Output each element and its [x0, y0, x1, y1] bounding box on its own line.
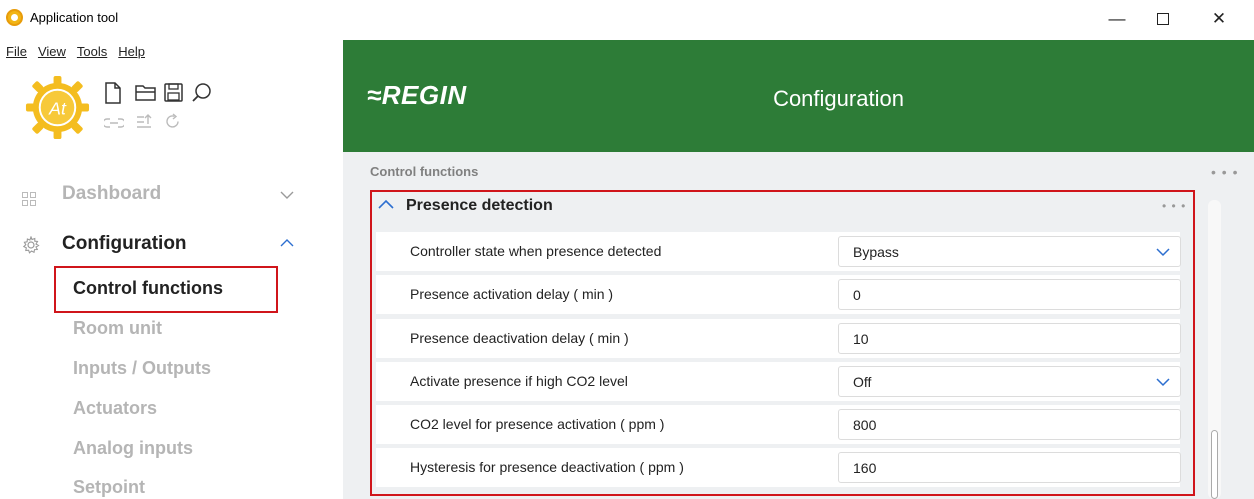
menu-bar: File View Tools Help [6, 44, 145, 59]
breadcrumb: Control functions [370, 164, 479, 179]
close-icon: ✕ [1211, 9, 1227, 28]
title-bar: Application tool — ✕ [0, 0, 1254, 38]
sidebar-subitem-room-unit[interactable]: Room unit [73, 318, 162, 339]
sidebar-subitem-actuators[interactable]: Actuators [73, 398, 157, 419]
page-title: Configuration [773, 86, 904, 111]
sidebar-item-label: Configuration [62, 233, 187, 254]
minimize-icon: — [1108, 9, 1126, 28]
logo-text: At [48, 98, 67, 118]
menu-help[interactable]: Help [118, 44, 145, 59]
menu-file[interactable]: File [6, 44, 27, 59]
sidebar-highlight-box [54, 266, 278, 313]
minimize-button[interactable]: — [1094, 0, 1140, 38]
open-folder-icon[interactable] [135, 84, 157, 102]
dashboard-icon [22, 192, 36, 206]
app-icon [6, 9, 23, 26]
sidebar: Dashboard Configuration Control function… [0, 150, 342, 499]
sidebar-subitem-inputs-outputs[interactable]: Inputs / Outputs [73, 358, 211, 379]
section-highlight-box [370, 190, 1195, 496]
close-button[interactable]: ✕ [1196, 0, 1242, 38]
gear-icon [22, 236, 40, 254]
app-logo: At [25, 75, 90, 140]
sidebar-subitem-setpoint[interactable]: Setpoint [73, 477, 145, 498]
upload-icon[interactable] [135, 113, 153, 131]
chevron-down-icon [280, 191, 294, 199]
sidebar-item-label: Dashboard [62, 183, 162, 204]
menu-view[interactable]: View [38, 44, 66, 59]
refresh-icon[interactable] [164, 113, 181, 130]
maximize-icon [1157, 13, 1169, 25]
save-icon[interactable] [164, 83, 183, 102]
header-bar: ≈REGIN Configuration [343, 40, 1254, 152]
scrollbar-thumb[interactable] [1211, 430, 1218, 499]
chevron-up-icon [280, 239, 294, 247]
new-file-icon[interactable] [104, 82, 122, 104]
sidebar-item-configuration[interactable]: Configuration [0, 230, 342, 260]
connect-icon[interactable] [104, 116, 124, 130]
more-options-icon[interactable]: • • • [1211, 164, 1238, 180]
menu-tools[interactable]: Tools [77, 44, 107, 59]
window-title: Application tool [30, 10, 119, 25]
sidebar-subitem-analog-inputs[interactable]: Analog inputs [73, 438, 193, 459]
search-icon[interactable] [191, 82, 212, 103]
sidebar-item-dashboard[interactable]: Dashboard [0, 180, 342, 210]
maximize-button[interactable] [1140, 0, 1186, 38]
